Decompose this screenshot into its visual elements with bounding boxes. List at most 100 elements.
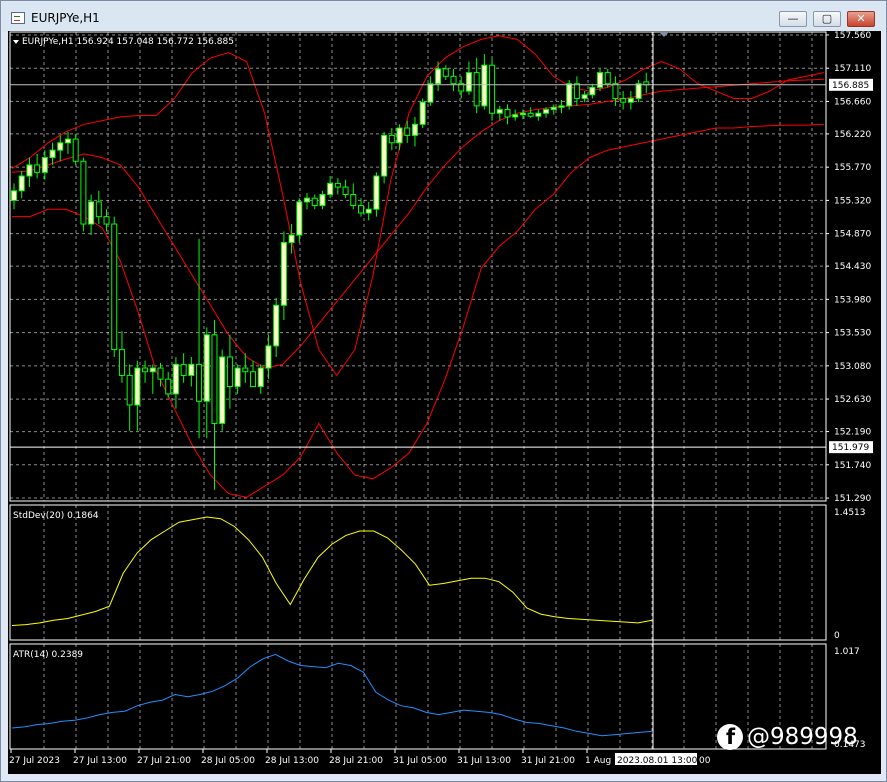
- candle-body-bull: [550, 106, 557, 111]
- candle-body-bull: [543, 109, 550, 114]
- candle-body-bear: [211, 334, 218, 424]
- time-tick-label-partial: 00: [699, 756, 711, 766]
- candle-body-bull: [589, 86, 596, 96]
- candle-body-bull: [465, 72, 472, 92]
- candle: [365, 201, 372, 221]
- candle-body-bull: [296, 201, 303, 236]
- candle-body-bull: [188, 363, 195, 376]
- candle: [435, 61, 442, 92]
- candle: [489, 57, 496, 121]
- candle: [589, 83, 596, 99]
- candle: [357, 198, 364, 217]
- crosshair-price-label: 151.979: [832, 443, 869, 453]
- stddev-max-label: 1.4513: [834, 508, 866, 518]
- candle: [319, 190, 326, 210]
- candle-body-bear: [504, 109, 511, 118]
- candle: [597, 68, 604, 92]
- candle: [342, 179, 349, 199]
- stddev-min-label: 0: [834, 631, 840, 641]
- candle: [142, 360, 149, 383]
- candle-body-bear: [334, 182, 341, 188]
- dropdown-icon: [13, 40, 19, 44]
- candle-body-bull: [304, 197, 311, 203]
- price-tick-label: 156.220: [834, 130, 871, 140]
- candle-body-bull: [41, 157, 48, 173]
- candle-body-bear: [489, 64, 496, 114]
- candle: [327, 176, 334, 199]
- time-tick-label: 28 Jul 21:00: [329, 756, 383, 766]
- candle: [311, 194, 318, 210]
- candle-body-bear: [142, 367, 149, 373]
- candle: [373, 172, 380, 217]
- candle-body-bull: [265, 345, 272, 369]
- candle-body-bear: [180, 363, 187, 376]
- candle: [134, 360, 141, 431]
- watermark-text: @989998: [747, 724, 858, 750]
- candle-body-bear: [527, 112, 534, 117]
- chart-window-icon: [11, 12, 25, 24]
- candle-body-bear: [118, 349, 125, 376]
- candle-body-bear: [357, 205, 364, 214]
- time-tick-label: 31 Jul 21:00: [521, 756, 575, 766]
- atr-label: ATR(14) 0.2389: [13, 650, 83, 660]
- candle-body-bear: [450, 75, 457, 85]
- price-tick-label: 154.430: [834, 262, 871, 272]
- candle-body-bear: [388, 134, 395, 144]
- window-title: EURJPYe,H1: [31, 11, 100, 25]
- candle: [481, 54, 488, 110]
- candle: [34, 153, 41, 179]
- main-panel-header: EURJPYe,H1 156.924 157.048 156.772 156.8…: [22, 37, 234, 47]
- time-tick-label: 28 Jul 13:00: [265, 756, 319, 766]
- candle: [581, 91, 588, 103]
- candle-body-bull: [381, 134, 388, 177]
- time-tick-label: 27 Jul 21:00: [137, 756, 191, 766]
- time-tick-label: 31 Jul 05:00: [393, 756, 447, 766]
- candle: [80, 157, 87, 232]
- candle-body-bear: [573, 83, 580, 99]
- restore-icon: ▢: [821, 12, 833, 25]
- candle-body-bear: [157, 367, 164, 380]
- candle-body-bull: [581, 94, 588, 99]
- candle-body-bull: [627, 97, 634, 103]
- candle-body-bear: [250, 371, 257, 388]
- candle: [396, 124, 403, 151]
- candle-body-bear: [80, 160, 87, 225]
- candle-body-bear: [442, 68, 449, 77]
- price-tick-label: 156.660: [834, 97, 871, 107]
- candle: [381, 131, 388, 184]
- chart-area[interactable]: StdDev(20) 0.1864 1.4513 0 ATR(14) 0.2389 1.…: [8, 31, 881, 774]
- pane-frame-3: [9, 643, 827, 750]
- candle: [118, 331, 125, 383]
- price-tick-label: 151.740: [834, 461, 871, 471]
- candle-body-bear: [103, 216, 110, 225]
- candle: [458, 76, 465, 99]
- candle: [196, 238, 203, 439]
- candle: [512, 109, 519, 121]
- price-tick-label: 153.080: [834, 362, 871, 372]
- candle-body-bull: [64, 138, 71, 144]
- price-tick-label: 153.980: [834, 295, 871, 305]
- restore-button[interactable]: ▢: [813, 11, 841, 27]
- candle-body-bear: [620, 97, 627, 103]
- candle-body-bull: [566, 83, 573, 107]
- candle-body-bull: [481, 64, 488, 107]
- chart-canvas[interactable]: StdDev(20) 0.1864 1.4513 0 ATR(14) 0.2389 1.…: [8, 31, 881, 774]
- minimize-button[interactable]: —: [779, 11, 807, 27]
- candle: [419, 98, 426, 129]
- candle: [226, 334, 233, 409]
- candle: [265, 334, 272, 380]
- candle-body-bull: [172, 363, 179, 395]
- candle: [111, 216, 118, 357]
- candle: [635, 80, 642, 103]
- candle-body-bull: [411, 123, 418, 136]
- candle-body-bull: [496, 109, 503, 114]
- time-tick-label: 31 Jul 13:00: [457, 756, 511, 766]
- candle: [473, 57, 480, 114]
- close-button[interactable]: ✕: [847, 11, 875, 27]
- candle: [296, 198, 303, 243]
- candle: [388, 128, 395, 151]
- candle-body-bull: [18, 175, 25, 192]
- candle-body-bear: [34, 164, 41, 173]
- window-titlebar[interactable]: EURJPYe,H1 — ▢ ✕: [2, 2, 885, 32]
- candle: [411, 116, 418, 147]
